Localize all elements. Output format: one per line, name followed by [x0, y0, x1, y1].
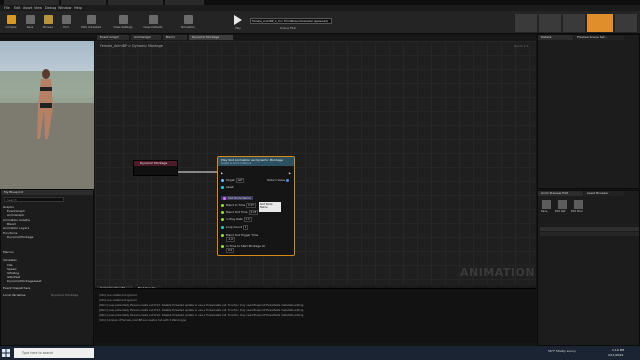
log-line: [Warn] uses potentially thread-unsafe ca…: [99, 314, 305, 317]
save-icon[interactable]: [542, 200, 551, 209]
node-play-slot-subtitle: Target is Anim Instance: [221, 161, 252, 165]
weather-status[interactable]: 56°F Mostly sunny: [548, 349, 576, 353]
pin-slot-node-name-label: Slot Node Name: [228, 196, 251, 200]
property-row[interactable]: [540, 232, 639, 236]
exec-out-pin[interactable]: ▶: [289, 171, 291, 175]
clock-date[interactable]: 2/11/2022: [608, 353, 623, 357]
details-panel: Details Preview Scene Set...: [537, 34, 640, 189]
tab-preview-settings[interactable]: Preview Scene Set...: [574, 35, 624, 40]
taskbar: Type here to search 56°F Mostly sunny 1:…: [0, 346, 640, 360]
pin-blend-in-time-value[interactable]: 0.25: [246, 203, 256, 208]
pin-time-to-start-box: 0.0: [226, 248, 235, 253]
anim-asset-panel: Anim Preview Edit Asset Browser Save Edi…: [537, 190, 640, 346]
tab-details[interactable]: Details: [538, 35, 573, 40]
pin-blend-out-time[interactable]: Blend Out Time 0.25: [221, 210, 259, 215]
log-line: [Warn] uses potentially thread-unsafe ca…: [99, 309, 305, 312]
node-play-slot-header: Play Slot Animation as Dynamic Montage T…: [218, 157, 294, 166]
pin-slot-node-name[interactable]: Slot Node Name: [221, 196, 253, 200]
pin-asset-label: Asset: [226, 185, 234, 189]
windows-start-icon[interactable]: [2, 349, 10, 357]
edit-shared-label: Edit Shar: [571, 210, 583, 213]
node-dynamic-montage-title: Dynamic Montage: [134, 161, 177, 166]
edit-shared-icon[interactable]: [574, 200, 583, 209]
pin-blend-out-time-label: Blend Out Time: [226, 210, 248, 214]
tab-asset-browser[interactable]: Asset Browser: [584, 191, 624, 196]
pin-time-to-start-value[interactable]: 0.0: [226, 248, 235, 253]
log-line: [Info] Compile of Female_AnimBP successf…: [99, 319, 187, 322]
compiler-log: [Info] one visible but ignored [Info] on…: [95, 288, 536, 343]
edit-defaults-icon[interactable]: [558, 200, 567, 209]
node-play-slot[interactable]: Play Slot Animation as Dynamic Montage T…: [217, 156, 295, 256]
pin-blend-out-trigger-time-value[interactable]: -1.0: [226, 237, 236, 242]
pin-asset[interactable]: Asset: [221, 185, 234, 189]
log-line: [Info] one visible but ignored: [99, 294, 137, 297]
graph-watermark: ANIMATION: [460, 266, 536, 279]
exec-in-pin[interactable]: ▶: [221, 171, 223, 175]
log-line: [Info] one visible but ignored: [99, 299, 137, 302]
pin-target-label: Target: [226, 178, 235, 182]
pin-tooltip: Slot Node Name: [259, 202, 281, 212]
anim-save-label: Save: [541, 210, 548, 213]
node-dynamic-montage[interactable]: Dynamic Montage: [133, 160, 178, 176]
pin-blend-out-trigger-time-box: -1.0: [226, 237, 236, 242]
edit-defaults-label: Edit Def: [555, 210, 566, 213]
pin-in-play-rate-label: In Play Rate: [226, 217, 243, 221]
tab-anim-preview-edit[interactable]: Anim Preview Edit: [538, 191, 583, 196]
pin-target-value: self: [235, 178, 245, 183]
pin-blend-in-time-label: Blend In Time: [226, 203, 246, 207]
pin-loop-count-value[interactable]: 1: [242, 225, 249, 230]
pin-return-value-label: Return Value: [267, 178, 286, 182]
pin-return-value[interactable]: Return Value: [267, 178, 291, 182]
pin-loop-count[interactable]: Loop Count 1: [221, 225, 249, 230]
pin-loop-count-label: Loop Count: [226, 225, 242, 229]
pin-in-play-rate[interactable]: In Play Rate 1.0: [221, 217, 252, 222]
clock-time[interactable]: 1:19 PM: [612, 348, 624, 352]
pin-blend-in-time[interactable]: Blend In Time 0.25: [221, 203, 256, 208]
node-play-slot-title: Play Slot Animation as Dynamic Montage: [221, 157, 283, 162]
pin-target[interactable]: Target self: [221, 178, 245, 183]
pin-in-play-rate-value[interactable]: 1.0: [243, 217, 252, 222]
property-row[interactable]: [540, 227, 639, 231]
pin-blend-out-time-value[interactable]: 0.25: [248, 210, 259, 215]
taskbar-search[interactable]: Type here to search: [14, 348, 94, 358]
log-line: [Warn] uses potentially thread-unsafe ca…: [99, 304, 305, 307]
